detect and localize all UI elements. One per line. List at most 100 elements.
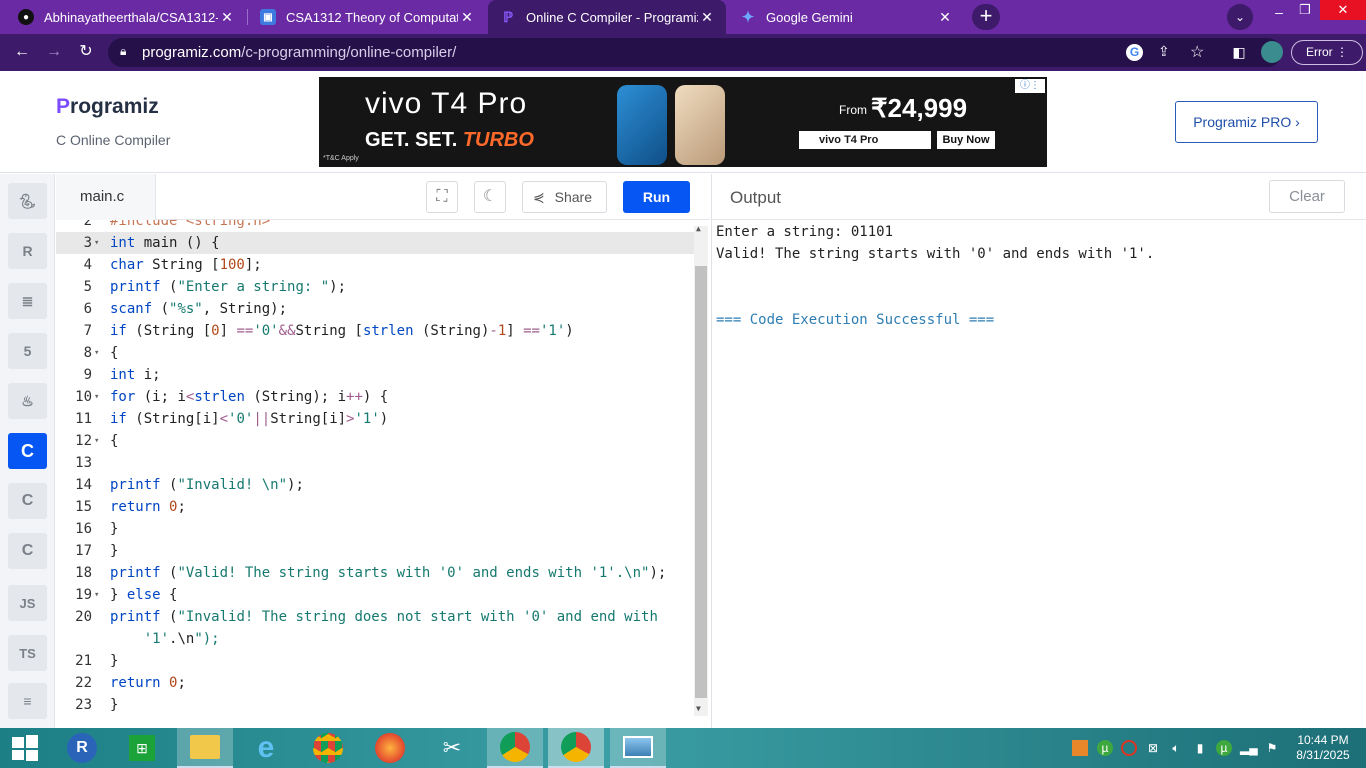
fold-arrow-icon[interactable]: ▾	[94, 430, 99, 452]
fold-arrow-icon[interactable]: ▾	[94, 584, 99, 606]
browser-tab-classroom[interactable]: ▣ CSA1312 Theory of Computation ✕	[248, 0, 486, 34]
programiz-logo[interactable]: Programiz	[56, 95, 159, 119]
code-line[interactable]: 15 return 0;	[56, 496, 696, 518]
utorrent-tray-icon[interactable]: µ	[1216, 740, 1232, 756]
tab-search-button[interactable]: ⌄	[1227, 4, 1253, 30]
share-page-icon[interactable]: ⇪	[1158, 43, 1170, 60]
code-line[interactable]: 7 if (String [0] =='0'&&String [strlen (S…	[56, 320, 696, 342]
network-warning-icon[interactable]: ⊠	[1145, 740, 1161, 756]
ad-buy-now-button[interactable]: Buy Now	[937, 131, 995, 149]
minimize-button[interactable]: –	[1268, 4, 1290, 22]
close-icon[interactable]: ✕	[698, 9, 716, 26]
fullscreen-icon[interactable]: ⛶	[426, 181, 458, 213]
profile-avatar[interactable]	[1261, 41, 1283, 63]
code-line[interactable]: 6 scanf ("%s", String);	[56, 298, 696, 320]
reload-icon[interactable]: ↻	[76, 42, 96, 62]
typescript-icon[interactable]: TS	[8, 635, 47, 671]
forward-icon[interactable]: →	[44, 42, 64, 62]
opera-icon[interactable]	[1121, 740, 1137, 756]
new-tab-button[interactable]: +	[972, 4, 1000, 30]
clear-button[interactable]: Clear	[1269, 180, 1345, 213]
flag-icon[interactable]: ⚑	[1264, 740, 1280, 756]
c-language-icon[interactable]: C	[8, 433, 47, 469]
back-icon[interactable]: ←	[12, 42, 32, 62]
dark-mode-moon-icon[interactable]: ☾	[474, 181, 506, 213]
start-button[interactable]	[0, 728, 50, 768]
signal-icon[interactable]: ▂▄	[1240, 740, 1258, 756]
code-line[interactable]: 2 #include <string.h>	[56, 220, 696, 232]
python-icon[interactable]: 🐍︎	[8, 183, 47, 219]
fold-arrow-icon[interactable]: ▾	[94, 386, 99, 408]
javascript-icon[interactable]: JS	[8, 585, 47, 621]
code-line[interactable]: 14 printf ("Invalid! \n");	[56, 474, 696, 496]
code-line[interactable]: 12 ▾ {	[56, 430, 696, 452]
share-button[interactable]: ⋞ Share	[522, 181, 607, 213]
scrollbar-thumb[interactable]	[695, 266, 707, 698]
taskbar-file-explorer[interactable]	[177, 728, 233, 768]
scroll-down-arrow-icon[interactable]: ▼	[696, 704, 701, 713]
code-line[interactable]: 17}	[56, 540, 696, 562]
programiz-pro-button[interactable]: Programiz PRO ›	[1175, 101, 1318, 143]
taskbar-chrome[interactable]	[300, 728, 356, 768]
advertisement-banner[interactable]: vivo T4 Pro GET. SET. TURBO *T&C Apply F…	[319, 77, 1047, 167]
side-panel-icon[interactable]: ◧	[1229, 42, 1249, 62]
code-line[interactable]: 8 ▾ {	[56, 342, 696, 364]
code-line[interactable]: 13	[56, 452, 696, 474]
code-line[interactable]: 18 printf ("Valid! The string starts with…	[56, 562, 696, 584]
taskbar-photos[interactable]	[610, 728, 666, 768]
address-bar[interactable]: 🔒︎ programiz.com/c-programming/online-co…	[108, 38, 1282, 67]
code-line[interactable]: 19 ▾} else {	[56, 584, 696, 606]
utorrent-icon[interactable]: µ	[1097, 740, 1113, 756]
bookmark-star-icon[interactable]: ☆	[1190, 42, 1204, 62]
tray-app-icon[interactable]	[1072, 740, 1088, 756]
run-button[interactable]: Run	[623, 181, 690, 213]
taskbar-ie[interactable]: e	[238, 728, 294, 768]
taskbar-chrome-active[interactable]	[548, 728, 604, 768]
close-icon[interactable]: ✕	[218, 9, 236, 26]
code-line[interactable]: 9 int i;	[56, 364, 696, 386]
code-line[interactable]: 22 return 0;	[56, 672, 696, 694]
taskbar-snipping-tool[interactable]: ✂	[424, 728, 480, 768]
google-lens-icon[interactable]: G	[1126, 44, 1143, 61]
volume-icon[interactable]: 🔈︎	[1168, 740, 1184, 756]
code-line[interactable]: 4 char String [100];	[56, 254, 696, 276]
maximize-button[interactable]: ❐	[1294, 2, 1316, 20]
code-line[interactable]: '1'.\n");	[56, 628, 696, 650]
code-line[interactable]: 5 printf ("Enter a string: ");	[56, 276, 696, 298]
taskbar-store[interactable]: ⊞	[114, 728, 170, 768]
error-button[interactable]: Error ⋮	[1291, 40, 1363, 65]
editor-scrollbar[interactable]: ▲ ▼	[694, 224, 708, 716]
html5-icon[interactable]: 5	[8, 333, 47, 369]
code-line[interactable]: 20 printf ("Invalid! The string does not …	[56, 606, 696, 628]
browser-tab-github[interactable]: ● Abhinayatheerthala/CSA1312-TC ✕	[6, 0, 246, 34]
taskbar-firefox[interactable]	[362, 728, 418, 768]
code-line[interactable]: 23}	[56, 694, 696, 716]
cpp-icon[interactable]: C	[8, 483, 47, 519]
csharp-icon[interactable]: C	[8, 533, 47, 569]
fold-arrow-icon[interactable]: ▾	[94, 342, 99, 364]
browser-tab-gemini[interactable]: ✦ Google Gemini ✕	[728, 0, 964, 34]
r-language-icon[interactable]: R	[8, 233, 47, 269]
sql-database-icon[interactable]: ≣	[8, 283, 47, 319]
code-line[interactable]: 10 ▾ for (i; i<strlen (String); i++) {	[56, 386, 696, 408]
code-line[interactable]: 21}	[56, 650, 696, 672]
code-line[interactable]: 11 if (String[i]<'0'||String[i]>'1')	[56, 408, 696, 430]
browser-tab-programiz[interactable]: ℙ Online C Compiler - Programiz ✕	[488, 0, 726, 34]
code-line[interactable]: 3 ▾ int main () {	[56, 232, 696, 254]
taskbar-r-app[interactable]: R	[54, 728, 110, 768]
code-editor[interactable]: 2 #include <string.h> 3 ▾ int main () {4 char…	[56, 220, 710, 728]
close-icon[interactable]: ✕	[458, 9, 476, 26]
ad-info-icon[interactable]: ⓘ⋮	[1015, 79, 1045, 93]
java-icon[interactable]: ♨	[8, 383, 47, 419]
system-clock[interactable]: 10:44 PM 8/31/2025	[1288, 733, 1358, 763]
fold-arrow-icon[interactable]: ▾	[94, 232, 99, 254]
more-languages-icon[interactable]: ≡	[8, 683, 47, 719]
taskbar-chrome-profile[interactable]	[487, 728, 543, 768]
window-close-button[interactable]: ✕	[1320, 0, 1366, 20]
close-icon[interactable]: ✕	[936, 9, 954, 26]
code-line[interactable]: 16}	[56, 518, 696, 540]
scroll-up-arrow-icon[interactable]: ▲	[696, 224, 701, 233]
file-tab[interactable]: main.c	[56, 174, 156, 220]
battery-icon[interactable]: ▮	[1192, 740, 1208, 756]
url-text[interactable]: programiz.com/c-programming/online-compi…	[142, 44, 456, 61]
